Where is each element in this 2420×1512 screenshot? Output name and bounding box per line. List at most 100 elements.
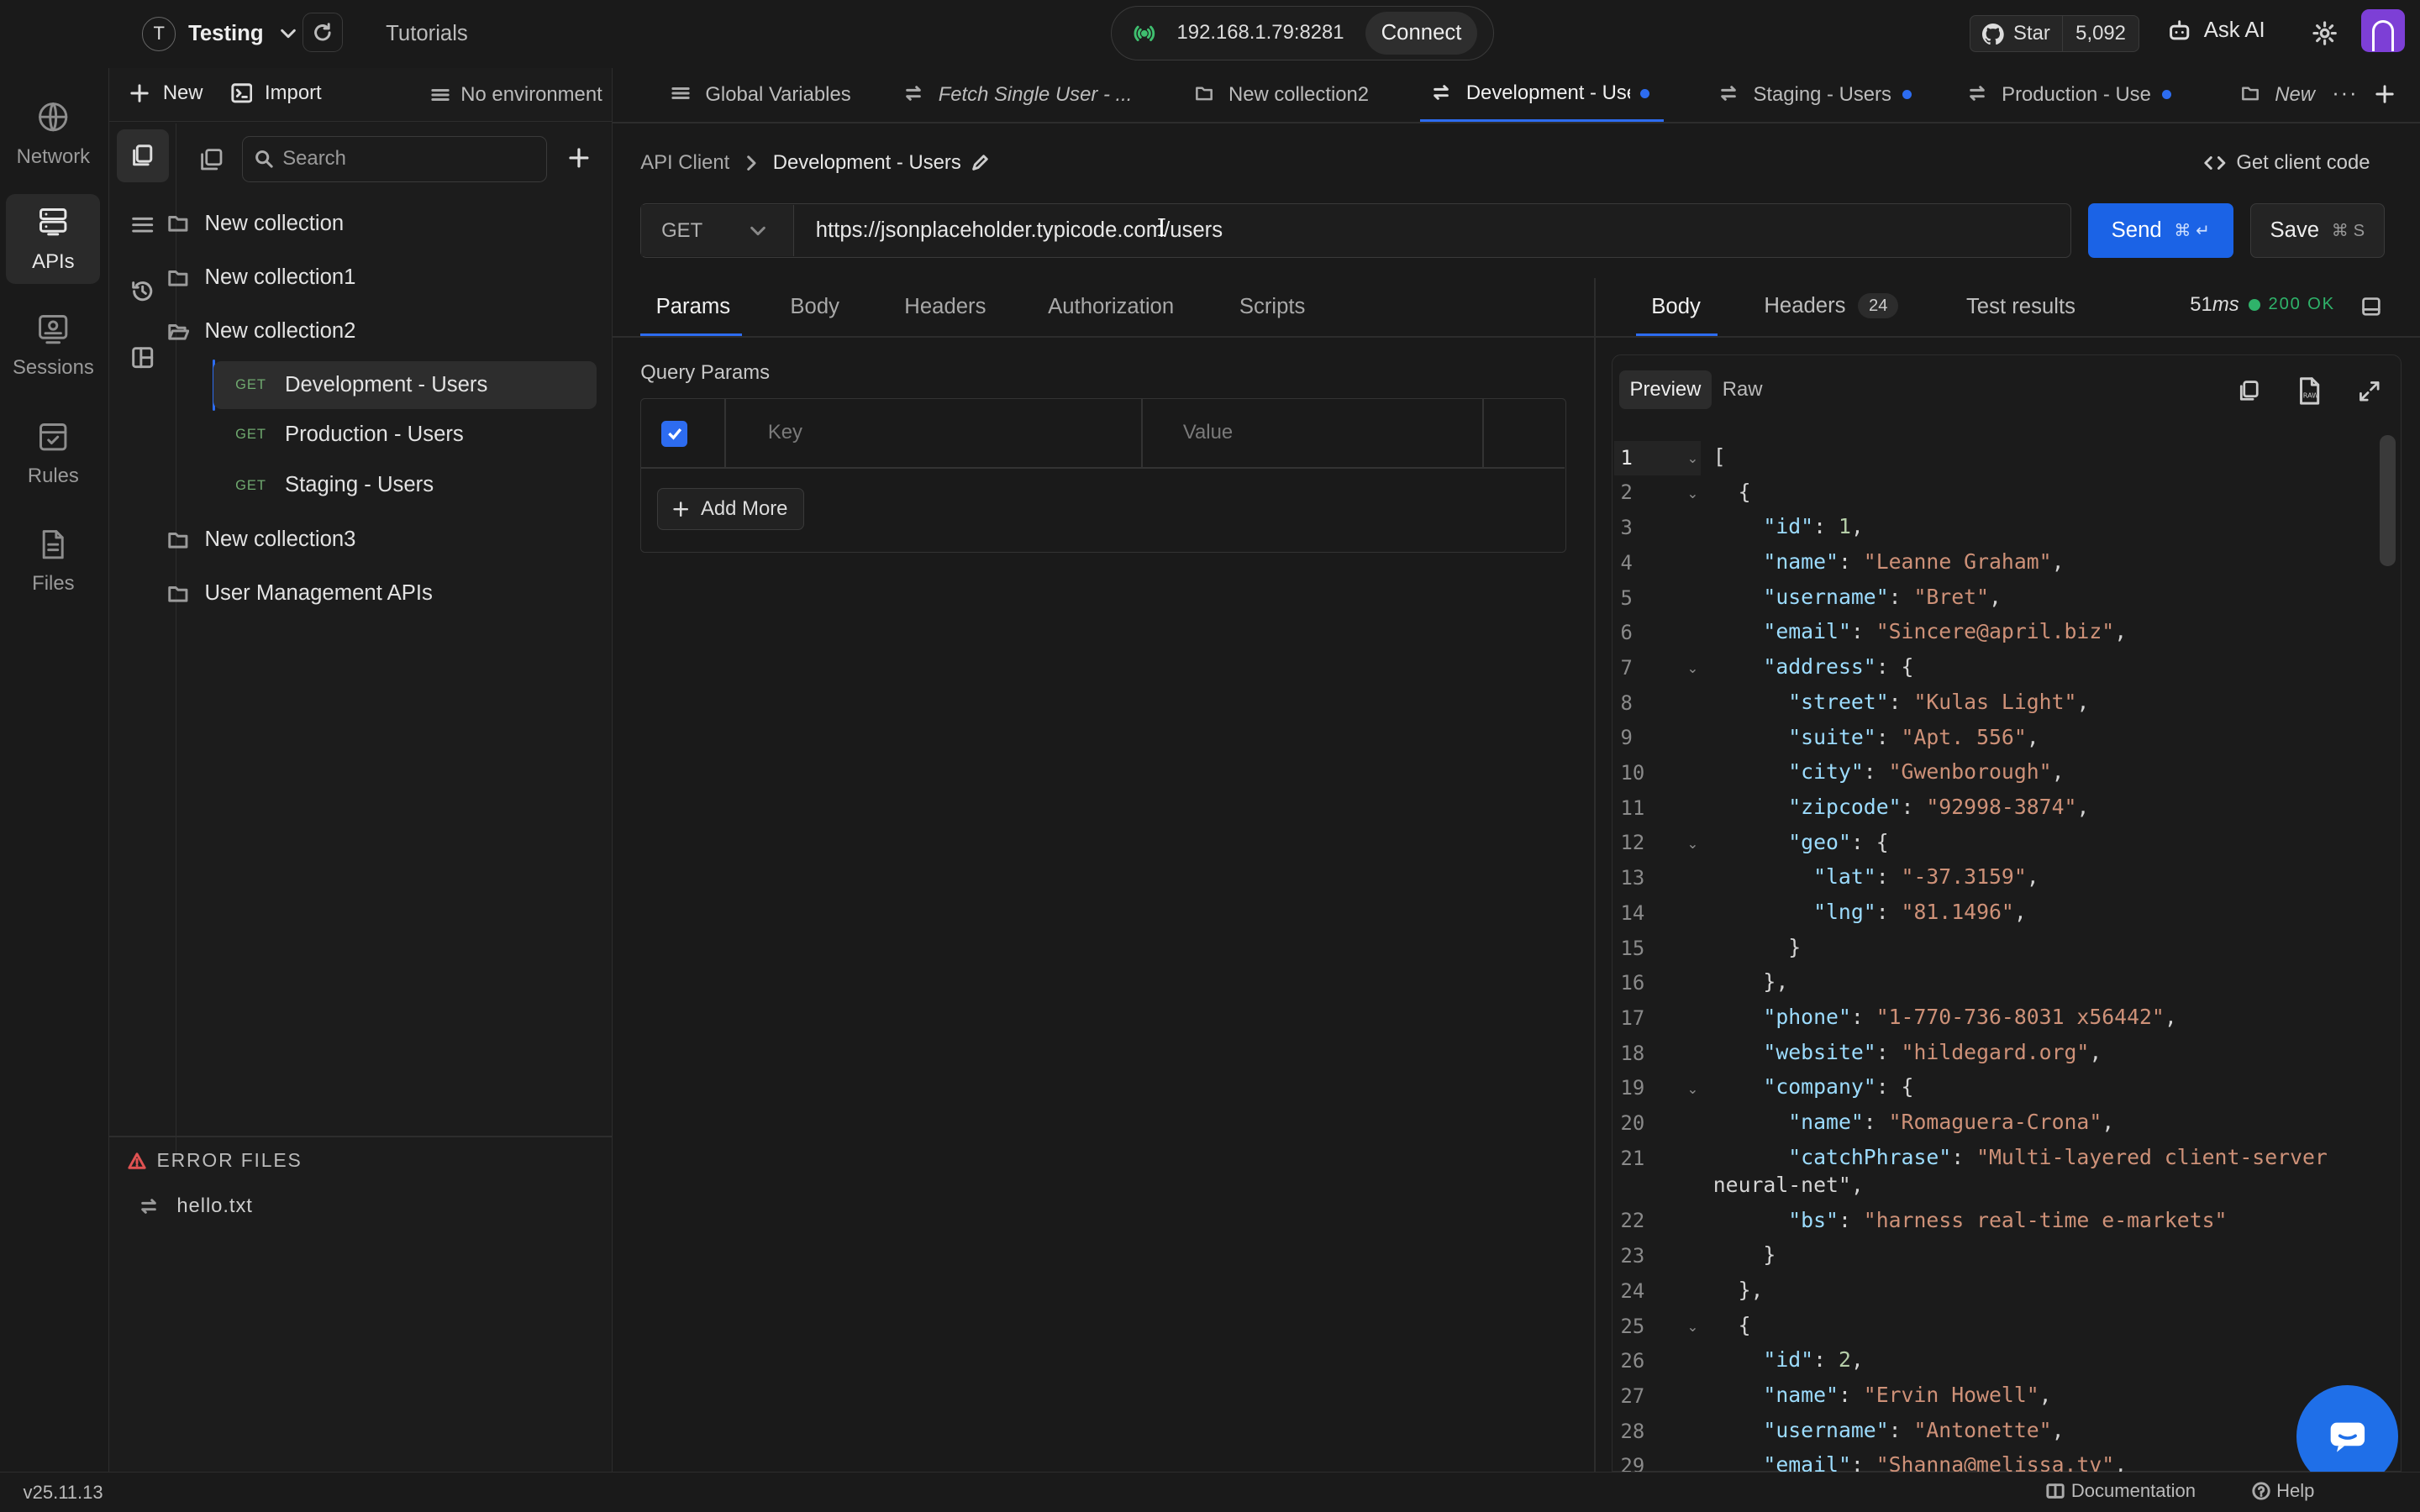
history-icon[interactable] — [130, 279, 155, 303]
line-number: 6 — [1620, 621, 1633, 645]
rail-apis[interactable]: APIs — [6, 194, 101, 284]
tab-response-body[interactable]: Body — [1651, 295, 1701, 319]
raw-file-icon[interactable]: RAW — [2296, 376, 2323, 406]
github-star-button[interactable]: Star 5,092 — [1969, 15, 2139, 53]
code-line: } — [1712, 1242, 1776, 1268]
line-number: 11 — [1620, 795, 1645, 820]
param-value-input[interactable]: Value — [1183, 421, 1233, 444]
documentation-label: Documentation — [2070, 1480, 2196, 1502]
tab-fetch-single-user[interactable]: Fetch Single User - ... — [904, 68, 1136, 122]
folder-icon — [167, 267, 189, 289]
collection-item[interactable]: New collection2 — [168, 319, 355, 344]
line-number: 1 — [1620, 445, 1633, 470]
new-button[interactable]: New — [130, 81, 203, 105]
rail-rules[interactable]: Rules — [0, 420, 107, 512]
method-select[interactable]: GET — [641, 205, 795, 256]
fold-chevron-icon[interactable]: ⌄ — [1687, 836, 1699, 853]
rail-sessions[interactable]: Sessions — [0, 312, 107, 404]
collection-item[interactable]: New collection — [168, 212, 344, 236]
send-button[interactable]: Send ⌘ ↵ — [2088, 203, 2233, 258]
help-link[interactable]: Help — [2252, 1480, 2315, 1502]
add-tab-icon[interactable] — [2375, 85, 2394, 103]
list-icon — [671, 84, 693, 106]
rail-network[interactable]: Network — [0, 96, 107, 188]
tab-raw[interactable]: Raw — [1723, 378, 1763, 402]
get-client-code-label: Get client code — [2236, 150, 2370, 174]
tab-production-users[interactable]: Production - Use — [1968, 68, 2184, 122]
tab-scripts[interactable]: Scripts — [1239, 295, 1306, 319]
line-number: 10 — [1620, 761, 1645, 785]
request-item-development[interactable]: GET Development - Users — [213, 360, 597, 409]
ip-address: 192.168.1.79:8281 — [1176, 21, 1344, 45]
tab-development-users[interactable]: Development - Use — [1419, 68, 1664, 123]
get-client-code-button[interactable]: Get client code — [2204, 151, 2370, 175]
search-input[interactable]: Search — [241, 135, 548, 182]
environments-icon[interactable] — [130, 213, 155, 237]
duplicate-icon[interactable] — [200, 148, 224, 171]
tab-global-variables[interactable]: Global Variables — [671, 68, 887, 122]
fold-chevron-icon[interactable]: ⌄ — [1687, 486, 1699, 502]
pane-splitter[interactable] — [1594, 277, 1597, 1473]
tab-body[interactable]: Body — [790, 295, 839, 319]
collection-item[interactable]: New collection1 — [168, 265, 355, 290]
tab-test-results[interactable]: Test results — [1966, 295, 2075, 319]
gear-icon[interactable] — [2312, 20, 2338, 46]
connect-button[interactable]: Connect — [1365, 11, 1477, 55]
tab-headers[interactable]: Headers — [904, 295, 986, 319]
tab-response-headers[interactable]: Headers 24 — [1764, 292, 1899, 319]
fold-chevron-icon[interactable]: ⌄ — [1687, 1081, 1699, 1098]
documentation-link[interactable]: Documentation — [2046, 1480, 2196, 1502]
tab-new[interactable]: New — [2241, 68, 2322, 122]
unsaved-dot — [2161, 90, 2171, 100]
environment-selector[interactable]: No environment — [431, 83, 602, 107]
tab-preview[interactable]: Preview — [1618, 370, 1712, 410]
copy-icon[interactable] — [2238, 380, 2261, 403]
param-enabled-checkbox[interactable] — [661, 420, 688, 447]
expand-icon[interactable] — [2358, 380, 2381, 403]
fold-chevron-icon[interactable]: ⌄ — [1687, 660, 1699, 677]
swap-icon — [139, 1197, 158, 1215]
request-item-staging[interactable]: GET Staging - Users — [213, 461, 597, 509]
breadcrumb-root[interactable]: API Client — [640, 151, 729, 175]
fold-chevron-icon[interactable]: ⌄ — [1687, 450, 1699, 467]
help-label: Help — [2276, 1480, 2315, 1502]
edit-icon[interactable] — [971, 154, 989, 172]
workspace-switcher[interactable]: T Testing — [141, 15, 297, 52]
query-params-title: Query Params — [640, 360, 771, 384]
line-number: 25 — [1620, 1314, 1645, 1338]
avatar[interactable] — [2361, 9, 2405, 53]
tab-new-collection2[interactable]: New collection2 — [1195, 68, 1396, 122]
vertical-scrollbar[interactable] — [2380, 434, 2396, 567]
save-shortcut: ⌘ S — [2331, 222, 2365, 241]
version-label: v25.11.13 — [23, 1482, 103, 1504]
error-file-item[interactable]: hello.txt — [139, 1194, 253, 1218]
fold-chevron-icon[interactable]: ⌄ — [1687, 1319, 1699, 1336]
line-number: 3 — [1620, 516, 1633, 540]
ask-ai-button[interactable]: Ask AI — [2167, 18, 2265, 43]
param-key-input[interactable]: Key — [768, 421, 802, 444]
import-button[interactable]: Import — [231, 81, 322, 105]
add-collection-icon[interactable] — [569, 148, 589, 168]
refresh-icon[interactable] — [302, 12, 343, 53]
tab-authorization[interactable]: Authorization — [1048, 295, 1174, 319]
layout-icon[interactable] — [130, 345, 155, 370]
more-tabs-icon[interactable]: ··· — [2332, 81, 2358, 106]
line-number: 24 — [1620, 1278, 1645, 1303]
save-button[interactable]: Save ⌘ S — [2249, 203, 2385, 258]
collection-item[interactable]: New collection3 — [168, 528, 355, 552]
tab-staging-users[interactable]: Staging - Users — [1719, 68, 1920, 122]
panel-toggle-icon[interactable] — [2361, 297, 2381, 317]
top-bar: T Testing Tutorials 192.168.1.79:8281 Co… — [0, 0, 2420, 68]
file-icon — [36, 528, 70, 561]
collections-icon[interactable] — [116, 129, 170, 182]
add-more-button[interactable]: Add More — [656, 488, 804, 530]
tab-params[interactable]: Params — [656, 295, 731, 319]
request-item-production[interactable]: GET Production - Users — [213, 411, 597, 459]
folder-icon — [167, 213, 189, 234]
request-label: Production - Users — [284, 422, 464, 446]
rail-files[interactable]: Files — [0, 528, 107, 620]
workspace-name: Testing — [188, 21, 264, 45]
tutorials-link[interactable]: Tutorials — [386, 22, 468, 46]
code-line: "name": "Leanne Graham", — [1763, 549, 2065, 575]
collection-item[interactable]: User Management APIs — [168, 581, 433, 606]
